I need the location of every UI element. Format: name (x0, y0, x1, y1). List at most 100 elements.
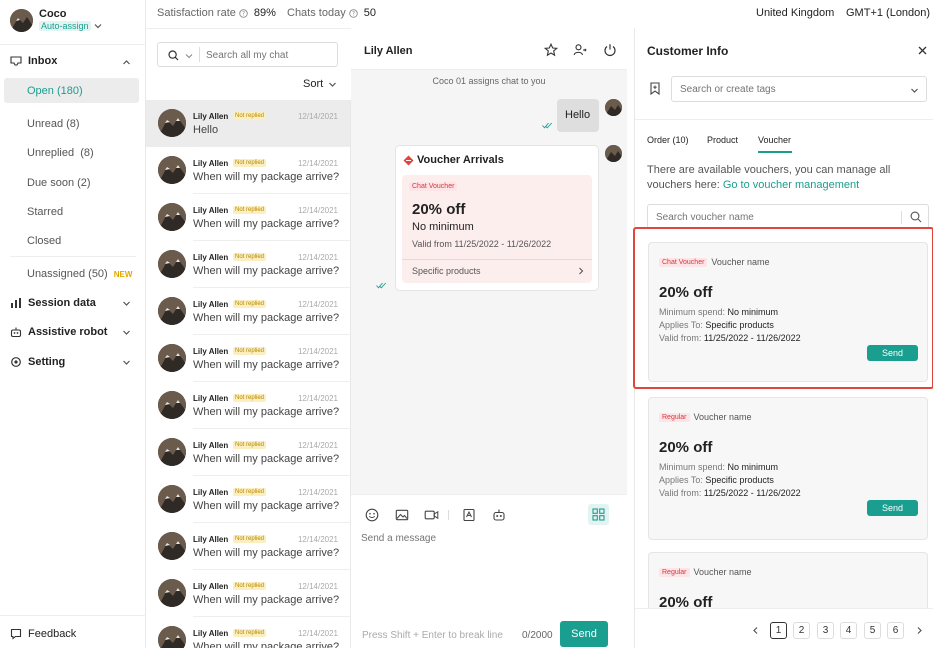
chat-list-item[interactable]: Lily Allen Not replied 12/14/2021 When will… (146, 241, 350, 288)
sort-dropdown[interactable]: Sort (303, 78, 337, 90)
image-icon[interactable] (395, 508, 409, 522)
nav-item-unreplied[interactable]: Unreplied (8) (27, 147, 94, 159)
chevron-right-icon[interactable] (577, 267, 585, 275)
template-icon[interactable] (462, 508, 476, 522)
quick-apps-button[interactable] (588, 504, 609, 525)
voucher-message-card[interactable]: Voucher Arrivals Chat Voucher 20% off No… (395, 145, 599, 291)
power-icon[interactable] (603, 43, 617, 57)
send-voucher-button[interactable]: Send (867, 345, 918, 361)
nav-setting[interactable]: Setting (10, 356, 65, 368)
chat-item-date: 12/14/2021 (297, 347, 338, 356)
nav-item-starred[interactable]: Starred (27, 206, 63, 218)
chat-list-item[interactable]: Lily Allen Not replied 12/14/2021 Hello (146, 100, 350, 147)
voucher-card[interactable]: Regular Voucher name 20% off (648, 552, 928, 612)
chevron-down-icon[interactable] (122, 358, 131, 367)
divider (10, 256, 136, 257)
not-replied-badge: Not replied (233, 629, 267, 637)
chevron-right-icon[interactable] (915, 626, 924, 635)
chevron-up-icon[interactable] (122, 58, 131, 67)
chat-item-date: 12/14/2021 (297, 629, 338, 638)
tab-order[interactable]: Order (10) (647, 135, 689, 145)
nav-item-due-soon[interactable]: Due soon (2) (27, 177, 91, 189)
transfer-user-icon[interactable] (573, 43, 587, 57)
chat-list-item[interactable]: Lily Allen Not replied 12/14/2021 When will… (146, 476, 350, 523)
customer-avatar (158, 109, 186, 137)
page-4[interactable]: 4 (840, 622, 857, 639)
send-voucher-button[interactable]: Send (867, 500, 918, 516)
not-replied-badge: Not replied (233, 394, 267, 402)
voucher-card[interactable]: Chat Voucher Voucher name 20% off Minimu… (648, 242, 928, 382)
tags-search-box[interactable] (671, 76, 927, 102)
chevron-down-icon[interactable] (185, 52, 193, 60)
help-icon[interactable]: ? (239, 8, 248, 18)
page-1[interactable]: 1 (770, 622, 787, 639)
nav-inbox[interactable]: Inbox (10, 55, 57, 67)
nav-item-unassigned[interactable]: Unassigned (50) NEW (27, 268, 132, 280)
chat-list-item[interactable]: Lily Allen Not replied 12/14/2021 When will… (146, 382, 350, 429)
tags-search-input[interactable] (680, 82, 900, 97)
conversation-panel: Lily Allen Coco 01 assigns chat to you H… (351, 28, 627, 648)
chats-today: Chats today ? 50 (287, 7, 376, 19)
chat-list-item[interactable]: Lily Allen Not replied 12/14/2021 When will… (146, 147, 350, 194)
nav-item-open[interactable]: Open (180) (4, 78, 139, 103)
customer-info-panel: Customer Info Order (10) Product Voucher… (633, 28, 933, 648)
customer-avatar (158, 438, 186, 466)
nav-item-unread[interactable]: Unread (8) (27, 118, 80, 130)
video-icon[interactable] (424, 508, 439, 522)
voucher-management-link[interactable]: Go to voucher management (723, 179, 859, 191)
voucher-name: Voucher name (693, 412, 752, 422)
chat-list-item[interactable]: Lily Allen Not replied 12/14/2021 When will… (146, 194, 350, 241)
chevron-down-icon[interactable] (122, 299, 131, 308)
chat-search-input[interactable] (206, 47, 331, 63)
tab-product[interactable]: Product (707, 135, 738, 145)
nav-session-data[interactable]: Session data (10, 297, 96, 309)
nav-assistive-robot[interactable]: Assistive robot (10, 326, 107, 338)
region-selector[interactable]: United Kingdom (756, 7, 834, 19)
chat-list-item[interactable]: Lily Allen Not replied 12/14/2021 When will… (146, 617, 350, 648)
timezone-selector[interactable]: GMT+1 (London) (846, 7, 930, 19)
voucher-search-input[interactable] (656, 210, 896, 225)
customer-avatar (158, 626, 186, 648)
feedback-button[interactable]: Feedback (10, 628, 76, 640)
voucher-card[interactable]: Regular Voucher name 20% off Minimum spe… (648, 397, 928, 540)
nav-item-closed[interactable]: Closed (27, 235, 61, 247)
chat-list-item[interactable]: Lily Allen Not replied 12/14/2021 When will… (146, 523, 350, 570)
page-6[interactable]: 6 (887, 622, 904, 639)
chat-list-item[interactable]: Lily Allen Not replied 12/14/2021 When will… (146, 335, 350, 382)
nav-assistive-robot-label: Assistive robot (28, 326, 108, 338)
page-2[interactable]: 2 (793, 622, 810, 639)
customer-avatar (158, 579, 186, 607)
message-input[interactable] (361, 533, 616, 593)
chevron-down-icon[interactable] (122, 328, 131, 337)
chat-list-item[interactable]: Lily Allen Not replied 12/14/2021 When will… (146, 429, 350, 476)
line-break-hint: Press Shift + Enter to break line (362, 630, 503, 641)
outgoing-message-bubble[interactable]: Hello (557, 99, 599, 132)
send-message-button[interactable]: Send (560, 621, 608, 647)
chat-search-box[interactable] (157, 42, 338, 67)
chat-list-item[interactable]: Lily Allen Not replied 12/14/2021 When will… (146, 570, 350, 617)
robot-icon[interactable] (492, 508, 506, 522)
voucher-valid-value: 11/25/2022 - 11/26/2022 (703, 333, 801, 343)
chat-voucher-tag: Chat Voucher (409, 182, 458, 191)
user-avatar[interactable] (10, 9, 33, 32)
voucher-applies-label: Applies To: (659, 320, 703, 330)
not-replied-badge: Not replied (233, 253, 267, 261)
divider (448, 510, 449, 520)
search-icon (168, 50, 179, 61)
chat-item-name: Lily Allen (193, 441, 229, 450)
tab-voucher[interactable]: Voucher (758, 135, 791, 145)
voucher-minimum: Minimum spend: No minimum (659, 307, 778, 317)
voucher-search-box[interactable] (647, 204, 929, 229)
chat-list-item[interactable]: Lily Allen Not replied 12/14/2021 When will… (146, 288, 350, 335)
help-icon[interactable]: ? (348, 8, 358, 18)
emoji-icon[interactable] (365, 508, 379, 522)
auto-assign-dropdown[interactable]: Auto-assign (39, 21, 102, 31)
page-3[interactable]: 3 (817, 622, 834, 639)
outgoing-message-text: Hello (565, 109, 591, 121)
bookmark-icon[interactable] (649, 82, 661, 95)
read-check-icon (376, 282, 387, 289)
chevron-left-icon[interactable] (751, 626, 760, 635)
close-icon[interactable] (918, 46, 927, 55)
star-icon[interactable] (544, 43, 558, 57)
page-5[interactable]: 5 (864, 622, 881, 639)
